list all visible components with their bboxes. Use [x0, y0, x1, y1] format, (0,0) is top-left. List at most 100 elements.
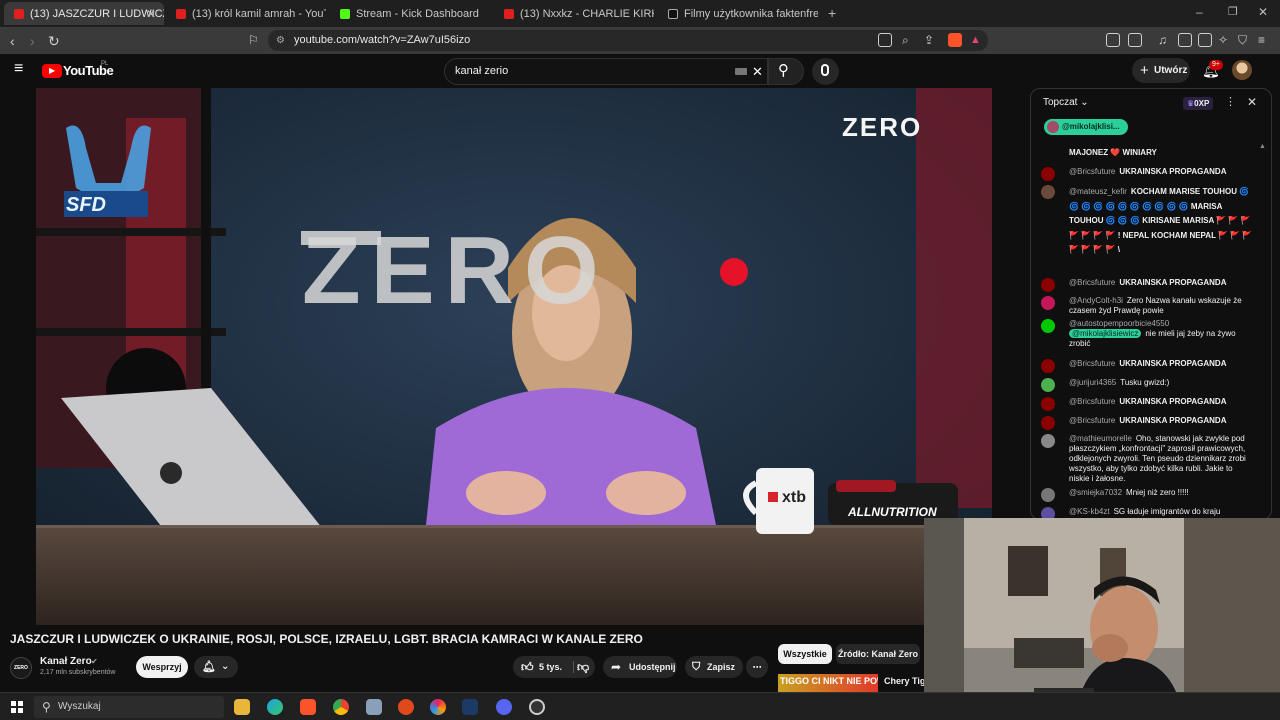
video-player[interactable]: ZERO ZERO SFD xtb ALLNUTRITION	[36, 88, 992, 625]
extensions-icon[interactable]	[1106, 33, 1120, 47]
filter-chip-all[interactable]: Wszystkie	[778, 644, 832, 664]
support-button[interactable]: Wesprzyj	[136, 656, 188, 678]
chat-message: @mateusz_kefir KOCHAM MARISE TOUHOU 🌀 🌀 🌀…	[1041, 185, 1255, 258]
close-window-button[interactable]: ✕	[1258, 5, 1268, 19]
discord-icon[interactable]	[496, 699, 512, 715]
message-author[interactable]: @Bricsfuture	[1069, 278, 1115, 287]
youtube-favicon-icon	[176, 8, 186, 19]
filter-chip-source[interactable]: Źródło: Kanał Zero	[836, 644, 920, 664]
channel-avatar[interactable]: ZERO	[10, 657, 32, 679]
hamburger-menu-icon[interactable]: ≡	[14, 60, 23, 78]
back-icon[interactable]: ‹	[10, 33, 15, 49]
create-button[interactable]: + Utwórz	[1132, 58, 1190, 83]
user-avatar	[1041, 185, 1055, 199]
message-author[interactable]: @Bricsfuture	[1069, 167, 1115, 176]
zoom-icon[interactable]: ⌕	[902, 33, 909, 48]
brave-browser-icon[interactable]	[300, 699, 316, 715]
chat-message: @smiejka7032 Mniej niż zero !!!!!	[1041, 488, 1255, 502]
message-author[interactable]: @mateusz_kefir	[1069, 187, 1127, 196]
region-code: PL	[101, 61, 109, 67]
menu-icon[interactable]: ≡	[1258, 33, 1265, 47]
points-value: 0XP	[1194, 99, 1210, 108]
keyboard-icon[interactable]	[735, 68, 747, 75]
user-avatar	[1041, 488, 1055, 502]
clear-search-icon[interactable]: ✕	[752, 59, 763, 84]
chat-close-icon[interactable]: ✕	[1247, 95, 1257, 109]
new-tab-button[interactable]: +	[828, 5, 836, 21]
minimize-button[interactable]: –	[1196, 5, 1203, 19]
edge-browser-icon[interactable]	[267, 699, 283, 715]
mug-logo: xtb	[782, 489, 806, 506]
pinned-mention-chip[interactable]: @mikolajklisi...	[1044, 119, 1128, 135]
bookmark-icon[interactable]: ⚐	[248, 33, 259, 47]
points-badge[interactable]: ♛0XP	[1183, 97, 1214, 110]
vpn-icon[interactable]	[1198, 33, 1212, 47]
steam-icon[interactable]	[462, 699, 478, 715]
share-button[interactable]: ➦ Udostępnij	[603, 656, 677, 678]
tab-active[interactable]: (13) JASZCZUR I LUDWICZEK ✕	[4, 2, 164, 25]
channel-name[interactable]: Kanał Zero	[40, 656, 92, 667]
message-author[interactable]: @KS-kb4zt	[1069, 507, 1110, 516]
forward-icon[interactable]: ›	[30, 33, 35, 49]
suggested-video-thumbnail[interactable]: TIGGO CI NIKT NIE POWIE	[778, 674, 878, 692]
chat-message: @AndyColt-h3i Zero Nazwa kanału wskazuje …	[1041, 296, 1255, 316]
user-avatar	[1041, 397, 1055, 411]
account-avatar[interactable]	[1232, 60, 1252, 80]
save-button[interactable]: ⛉ Zapisz	[685, 656, 743, 678]
tab-faktenfreundlich[interactable]: Filmy użytkownika faktenfreundlich	[658, 2, 818, 25]
message-author[interactable]: @Bricsfuture	[1069, 416, 1115, 425]
chat-message: @autostopempoorbicie4550 @mikolajklisiewi…	[1041, 319, 1255, 349]
youtube-favicon-icon	[504, 8, 514, 19]
tab-nxxkz[interactable]: (13) Nxxkz - CHARLIE KIRK FUNK (Of	[494, 2, 654, 25]
file-explorer-icon[interactable]	[234, 699, 250, 715]
shield-icon[interactable]: ⛉	[1238, 33, 1247, 48]
message-author[interactable]: @jurijuri4365	[1069, 378, 1116, 387]
leo-ai-icon[interactable]: ✧	[1218, 33, 1228, 47]
share-page-icon[interactable]: ⇪	[924, 33, 934, 47]
message-author[interactable]: @Bricsfuture	[1069, 359, 1115, 368]
message-author[interactable]: @smiejka7032	[1069, 488, 1122, 497]
chat-mode-dropdown[interactable]: Topczat ⌄	[1043, 97, 1089, 108]
search-button[interactable]: ⚲	[768, 58, 804, 85]
like-button[interactable]: 👍︎ 5 tys. 👎︎	[513, 656, 595, 678]
wallet-icon[interactable]	[1128, 33, 1142, 47]
message-author[interactable]: @Bricsfuture	[1069, 397, 1115, 406]
firefox-icon[interactable]	[398, 699, 414, 715]
mention-chip[interactable]: @mikolajklisiewicz	[1069, 329, 1142, 338]
tab-close-icon[interactable]: ✕	[146, 7, 156, 21]
windows-start-icon[interactable]	[11, 701, 23, 713]
obs-icon[interactable]	[529, 699, 545, 715]
maximize-button[interactable]: ❐	[1228, 5, 1238, 18]
notification-count-badge: 9+	[1209, 60, 1223, 70]
message-author[interactable]: @autostopempoorbicie4550	[1069, 319, 1251, 329]
tab-label: Filmy użytkownika faktenfreundlich	[684, 7, 818, 20]
subscription-bell-button[interactable]: 🔔︎ ⌄	[194, 656, 238, 678]
colorful-app-icon[interactable]	[430, 699, 446, 715]
media-icon[interactable]: ♫	[1158, 33, 1167, 47]
tab-youtube-kamil[interactable]: (13) król kamil amrah - YouTube	[166, 2, 326, 25]
reload-icon[interactable]: ↻	[48, 33, 60, 50]
more-actions-button[interactable]: ⋯	[746, 656, 768, 678]
youtube-logo-icon[interactable]: ▶	[42, 64, 62, 78]
chat-message: @Bricsfuture UKRAINSKA PROPAGANDA	[1041, 397, 1255, 411]
chrome-browser-icon[interactable]	[333, 699, 349, 715]
thumbs-down-icon[interactable]: 👎︎	[577, 656, 589, 678]
voice-search-button[interactable]	[812, 58, 839, 85]
thumbnail-text: TIGGO CI NIKT NIE POWIE	[780, 676, 878, 686]
chat-scrollbar[interactable]: ▲	[1259, 143, 1266, 150]
message-author[interactable]: @mathieumorelle	[1069, 434, 1132, 443]
user-avatar	[1041, 359, 1055, 373]
site-info-icon[interactable]: ⚙	[276, 30, 285, 51]
app-icon[interactable]	[366, 699, 382, 715]
message-author[interactable]: @AndyColt-h3i	[1069, 296, 1123, 305]
chat-more-icon[interactable]: ⋮	[1225, 95, 1236, 108]
sidebar-icon[interactable]	[1178, 33, 1192, 47]
more-icon: ⋯	[752, 662, 762, 672]
pinned-avatar	[1047, 121, 1059, 133]
taskbar-search-box[interactable]: ⚲ Wyszukaj	[34, 696, 224, 718]
tab-kick-dashboard[interactable]: Stream - Kick Dashboard	[330, 2, 490, 25]
cast-icon[interactable]	[878, 33, 892, 47]
brave-rewards-icon[interactable]: ▲	[970, 34, 981, 46]
search-input[interactable]: kanał zerio ✕	[444, 58, 768, 85]
brave-shield-icon[interactable]	[948, 33, 962, 47]
